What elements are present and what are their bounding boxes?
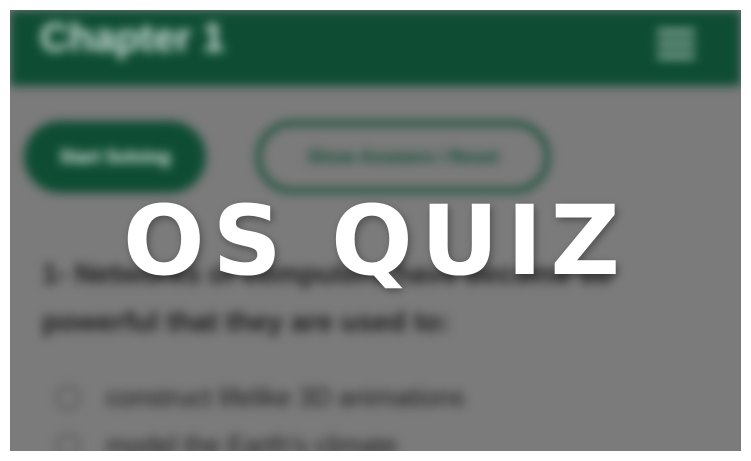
overlay-title: OS QUIZ	[122, 185, 629, 297]
radio-icon[interactable]	[56, 385, 80, 410]
answer-option[interactable]: construct lifelike 3D animations	[56, 382, 464, 413]
answer-option-label: construct lifelike 3D animations	[106, 382, 465, 412]
answer-option-label: model the Earth's climate	[106, 430, 398, 451]
radio-icon[interactable]	[56, 433, 80, 451]
chapter-title: Chapter 1	[40, 16, 225, 60]
hamburger-menu-icon[interactable]	[657, 30, 695, 62]
show-answers-button[interactable]: Show Answers / Reset	[256, 121, 550, 193]
answer-option[interactable]: model the Earth's climate	[56, 430, 397, 451]
app-header: Chapter 1	[10, 10, 741, 86]
start-solving-button[interactable]: Start Solving	[24, 121, 206, 193]
